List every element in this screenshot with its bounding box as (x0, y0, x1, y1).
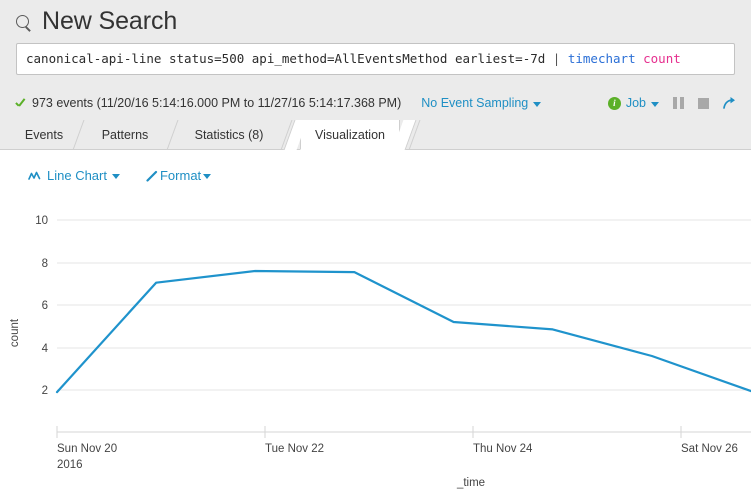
search-query-text: canonical-api-line status=500 api_method… (26, 44, 681, 74)
pause-icon[interactable] (673, 97, 684, 109)
x-tick-label: Tue Nov 22 (265, 443, 324, 455)
search-status-row: 973 events (11/20/16 5:14:16.000 PM to 1… (0, 88, 751, 118)
tab-visualization[interactable]: Visualization (300, 120, 400, 150)
share-icon[interactable] (723, 96, 737, 110)
format-pencil-icon (146, 170, 158, 182)
y-tick-label: 2 (42, 385, 48, 397)
format-dropdown[interactable]: Format (146, 168, 212, 183)
x-tick-label: Sat Nov 26 (681, 443, 738, 455)
y-axis-ticks: 10 8 6 4 2 (35, 215, 48, 397)
status-left-group: 973 events (11/20/16 5:14:16.000 PM to 1… (16, 96, 542, 110)
query-plain-part: canonical-api-line status=500 api_method… (26, 51, 553, 66)
x-axis-title: _time (456, 477, 485, 489)
chevron-down-icon (533, 101, 542, 107)
x-tick-sublabel: 2016 (57, 459, 83, 471)
query-command-part: timechart (567, 51, 636, 66)
query-pipe-part: | (552, 51, 568, 66)
job-controls-group: i Job (607, 88, 737, 118)
chart-type-dropdown[interactable]: Line Chart (28, 168, 120, 183)
info-icon: i (607, 96, 621, 110)
chart-type-label: Line Chart (47, 168, 107, 183)
event-count-text: 973 events (11/20/16 5:14:16.000 PM to 1… (32, 96, 402, 110)
job-label: Job (625, 96, 646, 110)
x-tick-label: Sun Nov 20 (57, 443, 117, 455)
line-chart[interactable]: 10 8 6 4 2 count Sun Nov 20 2016 Tue Nov… (0, 198, 751, 501)
chart-line-series (55, 269, 751, 394)
y-tick-label: 4 (42, 343, 49, 355)
page-title: New Search (42, 7, 178, 35)
x-axis-ticks: Sun Nov 20 2016 Tue Nov 22 Thu Nov 24 Sa… (57, 443, 738, 471)
chevron-down-icon (203, 174, 212, 179)
chart-svg: 10 8 6 4 2 count Sun Nov 20 2016 Tue Nov… (9, 215, 751, 489)
tab-patterns[interactable]: Patterns (84, 120, 166, 150)
chevron-down-icon (651, 101, 659, 107)
tab-separator (166, 120, 179, 150)
tab-statistics[interactable]: Statistics (8) (178, 120, 280, 150)
y-tick-label: 8 (42, 258, 48, 270)
event-sampling-dropdown[interactable]: No Event Sampling (421, 96, 542, 110)
search-input[interactable]: canonical-api-line status=500 api_method… (16, 43, 735, 75)
check-icon (16, 98, 27, 109)
result-tabs: Events Patterns Statistics (8) Visualiza… (0, 120, 751, 150)
query-function-part: count (635, 51, 681, 66)
chart-gridlines (57, 219, 751, 391)
event-sampling-label: No Event Sampling (421, 96, 529, 110)
search-icon (16, 14, 33, 32)
stop-icon[interactable] (698, 97, 709, 109)
y-tick-label: 10 (35, 215, 48, 227)
visualization-toolbar: Line Chart Format (28, 168, 212, 183)
y-tick-label: 6 (42, 300, 48, 312)
splunk-search-page: New Search canonical-api-line status=500… (0, 0, 751, 501)
chevron-down-icon (111, 174, 120, 179)
search-header: New Search canonical-api-line status=500… (0, 0, 751, 120)
tab-events[interactable]: Events (10, 120, 78, 150)
page-title-row: New Search (16, 6, 177, 36)
job-menu-button[interactable]: i Job (607, 96, 659, 110)
line-chart-icon (28, 170, 42, 182)
x-tick-label: Thu Nov 24 (473, 443, 533, 455)
y-axis-title: count (9, 318, 21, 347)
format-label: Format (159, 168, 202, 183)
